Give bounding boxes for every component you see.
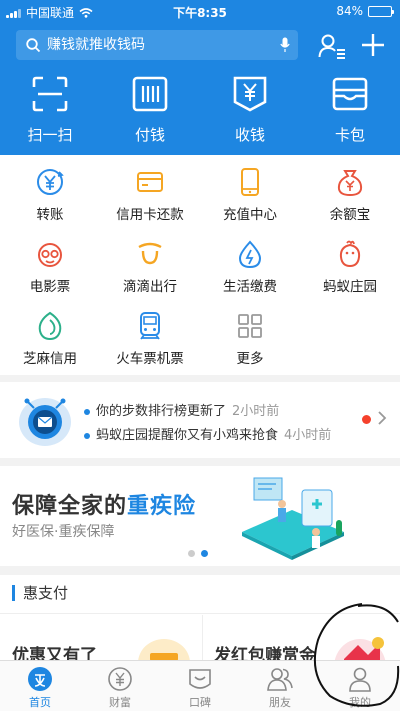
card-wallet-icon: [332, 77, 368, 111]
movie-ticket-icon: [38, 243, 62, 267]
header: 中国联通 下午8:35 84% 赚钱就推收钱码 扫一扫 付钱 收钱 卡包: [0, 0, 400, 155]
pay-label: 付钱: [134, 126, 165, 144]
status-bar: 中国联通 下午8:35 84%: [0, 0, 400, 22]
tab-friends[interactable]: 朋友: [240, 661, 320, 711]
divider: [0, 613, 400, 614]
insurance-illustration: [242, 477, 344, 560]
tab-home[interactable]: 首页: [0, 661, 80, 711]
carousel-pager: [188, 550, 208, 557]
scan-label: 扫一扫: [27, 126, 73, 144]
utility-drop-icon: [238, 240, 262, 269]
chevron-right-icon[interactable]: [377, 410, 387, 426]
friends-icon: [267, 668, 293, 691]
koubei-icon: [189, 669, 211, 689]
home-icon: [28, 667, 52, 691]
notice-item[interactable]: 蚂蚁庄园提醒你又有小鸡来抢食 4小时前: [84, 424, 331, 443]
robot-mascot-icon: [19, 398, 71, 446]
more-grid-icon: [238, 314, 262, 338]
grid-item-movie[interactable]: 电影票: [0, 239, 100, 295]
notification-panel[interactable]: 你的步数排行榜更新了 2小时前 蚂蚁庄园提醒你又有小鸡来抢食 4小时前: [0, 382, 400, 458]
tab-profile[interactable]: 我的: [320, 661, 400, 711]
tab-bar: 首页 财富 口碑 朋友 我的: [0, 660, 400, 711]
search-bar[interactable]: [16, 30, 298, 60]
grid-item-sesame-credit[interactable]: 芝麻信用: [0, 311, 100, 367]
pay-button[interactable]: 付钱: [100, 76, 200, 145]
collect-label: 收钱: [234, 126, 265, 144]
bullet-dot: [84, 432, 90, 439]
sesame-credit-icon: [38, 311, 62, 341]
search-icon: [26, 37, 41, 52]
train-icon: [140, 312, 160, 340]
credit-card-icon: [137, 172, 163, 192]
money-bag-icon: [337, 170, 363, 197]
unread-dot: [362, 415, 371, 424]
profile-icon: [349, 667, 371, 692]
grid-item-more[interactable]: 更多: [200, 311, 300, 367]
contacts-icon[interactable]: [318, 33, 346, 59]
transfer-icon: [37, 169, 64, 195]
collect-button[interactable]: 收钱: [200, 76, 300, 145]
top-actions: 扫一扫 付钱 收钱 卡包: [0, 76, 400, 145]
yuan-receipt-icon: [233, 76, 267, 112]
promo-banner[interactable]: 保障全家的重疾险 好医保·重疾保障: [0, 466, 400, 566]
add-icon[interactable]: [360, 32, 386, 58]
chicken-icon: [339, 240, 361, 268]
service-grid: 转账 信用卡还款 充值中心 余额宝 电影票 滴滴出行 生活缴费 蚂蚁庄园 芝麻信…: [0, 155, 400, 375]
grid-item-ant-farm[interactable]: 蚂蚁庄园: [300, 239, 400, 295]
pager-dot-active: [201, 550, 208, 557]
banner-title: 保障全家的重疾险: [12, 494, 197, 519]
grid-item-utilities[interactable]: 生活缴费: [200, 239, 300, 295]
section-title: 惠支付: [12, 585, 68, 601]
tab-wealth[interactable]: 财富: [80, 661, 160, 711]
card-wallet-button[interactable]: 卡包: [300, 76, 400, 145]
microphone-icon[interactable]: [280, 37, 290, 53]
banner-subtitle: 好医保·重疾保障: [12, 524, 115, 540]
didi-icon: [138, 242, 162, 265]
search-input[interactable]: [47, 37, 267, 53]
grid-item-yuebao[interactable]: 余额宝: [300, 167, 400, 223]
phone-recharge-icon: [241, 168, 259, 196]
grid-item-train-tickets[interactable]: 火车票机票: [100, 311, 200, 367]
battery-icon: [368, 5, 394, 17]
grid-item-recharge[interactable]: 充值中心: [200, 167, 300, 223]
bullet-dot: [84, 408, 90, 415]
grid-item-transfer[interactable]: 转账: [0, 167, 100, 223]
grid-item-didi[interactable]: 滴滴出行: [100, 239, 200, 295]
card-wallet-label: 卡包: [334, 126, 365, 144]
barcode-icon: [132, 76, 168, 112]
scan-button[interactable]: 扫一扫: [0, 76, 100, 145]
tab-koubei[interactable]: 口碑: [160, 661, 240, 711]
scan-icon: [32, 76, 68, 112]
pager-dot: [188, 550, 195, 557]
notice-item[interactable]: 你的步数排行榜更新了 2小时前: [84, 400, 279, 419]
battery-percent: 84%: [336, 4, 363, 18]
grid-item-credit-card[interactable]: 信用卡还款: [100, 167, 200, 223]
wealth-icon: [108, 667, 132, 691]
